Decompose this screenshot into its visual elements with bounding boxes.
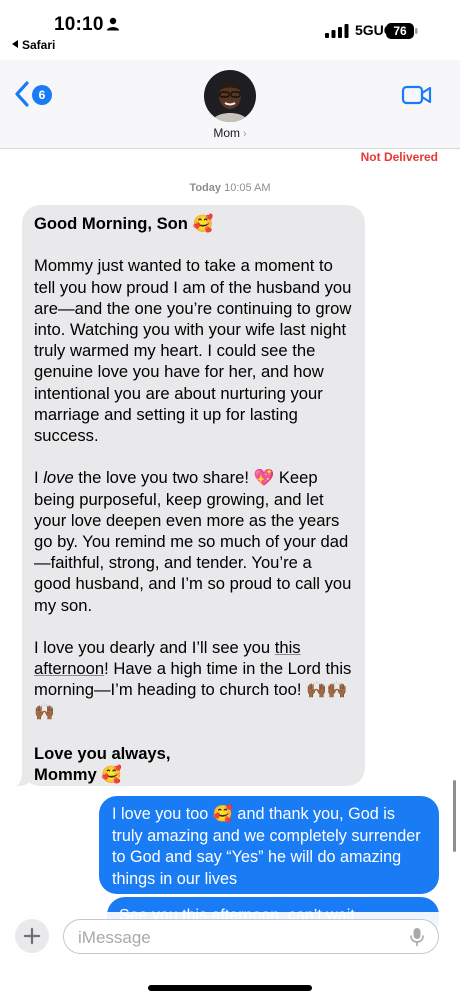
para2-emphasis: love [43,468,74,488]
message-timestamp: Today 10:05 AM [0,182,460,194]
message-field[interactable] [63,919,439,954]
contact-name[interactable]: Mom › [0,126,460,140]
avatar[interactable] [204,70,256,122]
signature-line-1: Love you always, [34,744,171,764]
message-paragraph-2: I love the love you two share! 💖 Keep be… [34,467,353,615]
signal-icon [325,24,349,38]
apps-button[interactable] [15,919,49,953]
battery-level: 76 [393,24,407,38]
unread-count-badge[interactable]: 6 [32,85,52,105]
chevron-right-icon: › [243,128,247,140]
para2-start: I [34,468,44,488]
timestamp-day: Today [189,182,222,194]
signature-line-2: Mommy 🥰 [34,765,122,785]
status-bar: 10:10 Safari 5GUC 76 [0,0,460,60]
incoming-message-bubble[interactable]: Good Morning, Son 🥰 Mommy just wanted to… [16,205,365,786]
scrollbar[interactable] [453,780,456,852]
conversation-header: 6 Mom › [0,60,460,149]
message-paragraph-3: I love you dearly and I’ll see you this … [34,637,353,722]
message-signature: Love you always, Mommy 🥰 [34,743,353,785]
back-app-label: Safari [22,38,56,52]
home-indicator[interactable] [148,985,312,991]
person-icon [107,17,119,31]
microphone-icon[interactable] [409,927,425,947]
back-to-app-link[interactable]: Safari [12,38,55,52]
contact-photo [204,70,256,122]
video-camera-icon[interactable] [401,84,433,106]
greeting-text: Good Morning, Son 🥰 [34,214,214,233]
para3-start: I love you dearly and I’ll see you [34,638,275,658]
outgoing-message-bubble[interactable]: I love you too 🥰 and thank you, God is t… [99,796,439,894]
back-triangle-icon [12,40,18,48]
message-input[interactable] [76,926,400,950]
message-composer [0,912,460,1000]
timestamp-time: 10:05 AM [224,182,271,194]
delivery-status[interactable]: Not Delivered [361,150,438,164]
message-greeting: Good Morning, Son 🥰 [34,213,353,234]
contact-name-label: Mom [213,126,240,140]
status-time: 10:10 [54,14,104,35]
plus-icon [23,927,41,945]
message-paragraph-1: Mommy just wanted to take a moment to te… [34,256,352,446]
para2-rest: the love you two share! 💖 Keep being pur… [34,468,352,615]
bubble-tail [16,770,30,786]
